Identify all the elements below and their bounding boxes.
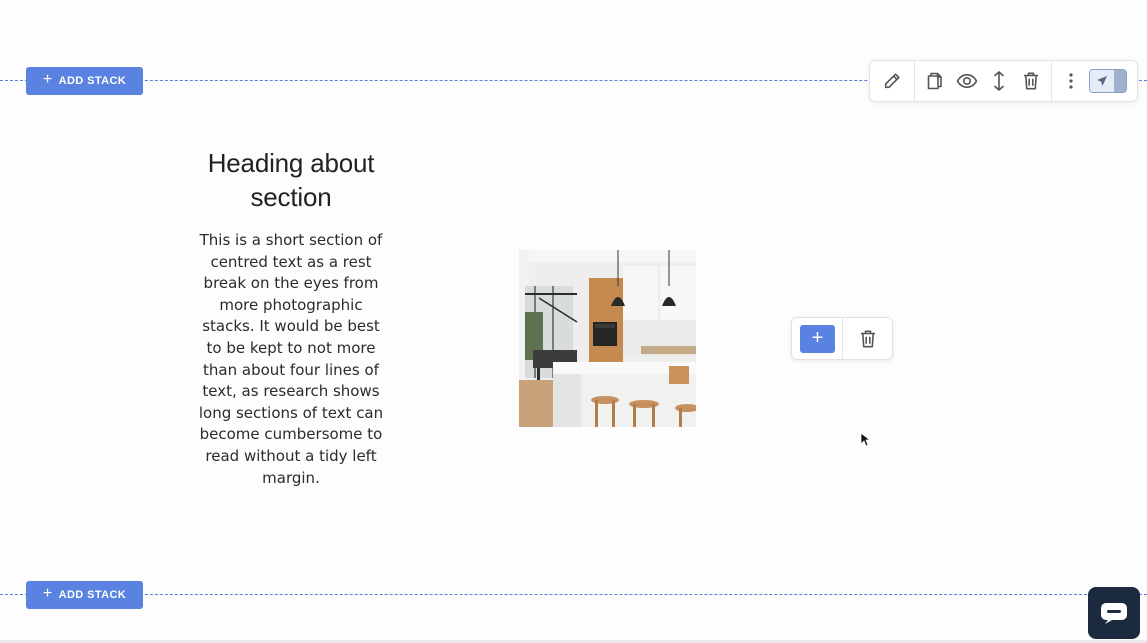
chat-icon [1101,603,1127,624]
resize-vertical-icon [994,71,1004,91]
section-heading[interactable]: Heading about section [196,146,386,214]
mouse-cursor-icon [860,432,870,447]
section-body-text[interactable]: This is a short section of centred text … [196,230,386,489]
eye-icon [956,73,978,89]
plus-icon: + [42,71,53,88]
kitchen-illustration [519,250,696,427]
duplicate-button[interactable] [919,61,951,101]
delete-element-button[interactable] [843,329,892,349]
edit-button[interactable] [870,61,914,101]
kitchen-photo[interactable] [519,250,696,427]
cursor-arrow-icon [1097,76,1107,86]
toolbar-separator [914,60,915,102]
plus-icon: + [42,585,53,602]
stack-divider-bottom [0,594,1147,595]
add-stack-label: ADD STACK [58,75,127,87]
pencil-icon [884,73,900,89]
trash-icon [860,330,875,347]
toggle-knob [1090,70,1114,92]
stack-toggle-switch[interactable] [1089,69,1127,93]
add-stack-button-bottom[interactable]: + ADD STACK [26,581,143,609]
add-element-button[interactable]: + [800,324,835,353]
image-action-bar: + [791,317,893,360]
toggle-track [1114,70,1126,92]
more-vertical-icon [1069,73,1073,89]
resize-button[interactable] [983,61,1015,101]
trash-icon [1024,72,1038,90]
delete-stack-button[interactable] [1015,61,1047,101]
add-stack-label: ADD STACK [58,589,127,601]
text-column: Heading about section This is a short se… [196,146,386,489]
stack-toolbar [869,60,1138,102]
copy-icon [927,72,942,90]
visibility-button[interactable] [951,61,983,101]
more-options-button[interactable] [1052,61,1090,101]
add-stack-button-top[interactable]: + ADD STACK [26,67,143,95]
chat-widget-button[interactable] [1088,587,1140,639]
